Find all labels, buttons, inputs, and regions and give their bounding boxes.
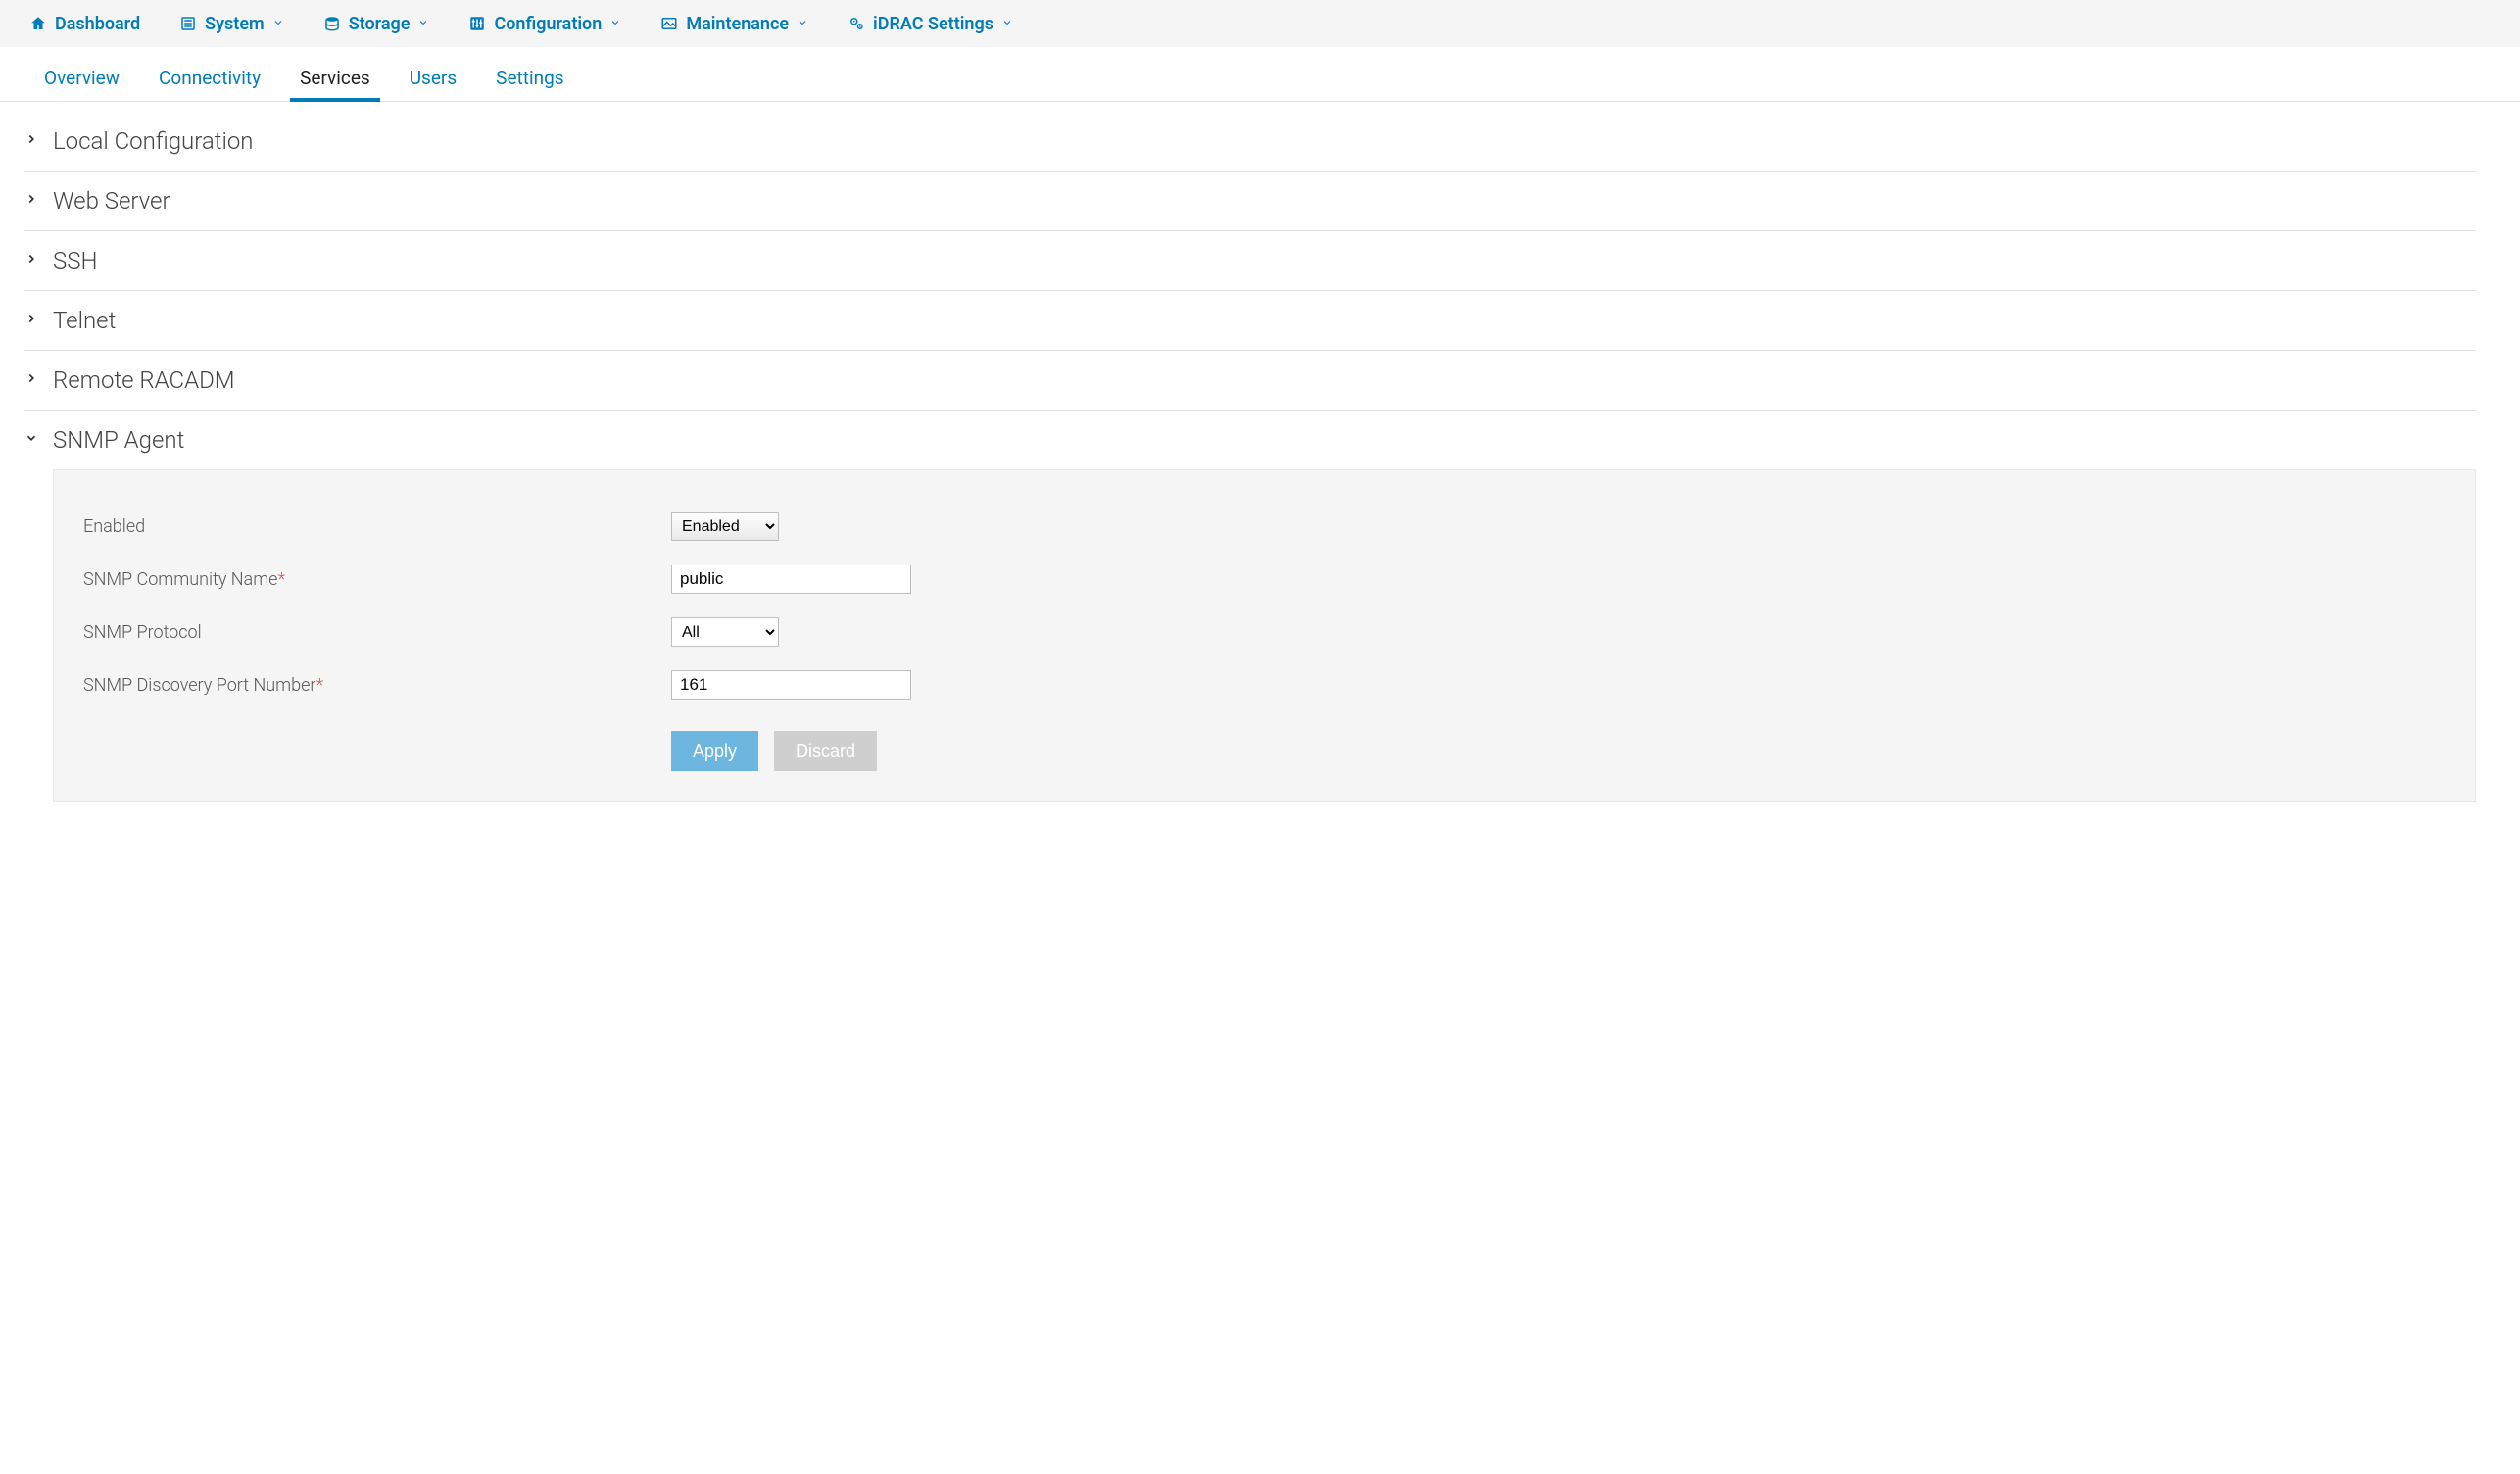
section-header-telnet[interactable]: Telnet	[24, 291, 2476, 350]
gears-icon	[848, 15, 865, 32]
label-enabled: Enabled	[83, 516, 671, 537]
label-discovery-port: SNMP Discovery Port Number*	[83, 675, 671, 696]
section-header-ssh[interactable]: SSH	[24, 231, 2476, 290]
label-community-name: SNMP Community Name*	[83, 569, 671, 590]
sliders-icon	[468, 15, 486, 32]
nav-idrac-settings[interactable]: iDRAC Settings	[848, 14, 1013, 34]
nav-label: Configuration	[494, 14, 602, 34]
nav-label: Storage	[349, 14, 411, 34]
section-title: SNMP Agent	[53, 426, 184, 454]
community-name-input[interactable]	[671, 565, 911, 594]
label-text: SNMP Community Name	[83, 569, 277, 590]
tab-settings[interactable]: Settings	[496, 67, 563, 101]
section-header-snmp-agent[interactable]: SNMP Agent	[24, 411, 2476, 469]
section-title: Telnet	[53, 307, 116, 334]
required-asterisk: *	[315, 675, 323, 696]
row-enabled: Enabled Enabled	[83, 500, 2446, 553]
chevron-right-icon	[24, 312, 39, 329]
section-title: Web Server	[53, 187, 170, 215]
row-protocol: SNMP Protocol All	[83, 606, 2446, 659]
label-protocol: SNMP Protocol	[83, 622, 671, 643]
discovery-port-input[interactable]	[671, 670, 911, 700]
nav-configuration[interactable]: Configuration	[468, 14, 621, 34]
nav-maintenance[interactable]: Maintenance	[660, 14, 808, 34]
snmp-panel: Enabled Enabled SNMP Community Name* SNM…	[53, 469, 2476, 802]
nav-storage[interactable]: Storage	[323, 14, 430, 34]
section-ssh: SSH	[24, 231, 2476, 291]
nav-label: Dashboard	[55, 14, 140, 34]
button-row: Apply Discard	[671, 731, 2446, 771]
chevron-down-icon	[417, 17, 429, 31]
chevron-right-icon	[24, 252, 39, 270]
discard-button[interactable]: Discard	[774, 731, 877, 771]
chevron-down-icon	[272, 17, 284, 31]
section-title: Remote RACADM	[53, 367, 235, 394]
apply-button[interactable]: Apply	[671, 731, 758, 771]
section-local-configuration: Local Configuration	[24, 112, 2476, 172]
chevron-right-icon	[24, 192, 39, 210]
chevron-down-icon	[797, 17, 808, 31]
required-asterisk: *	[277, 569, 285, 590]
image-icon	[660, 15, 678, 32]
section-header-web-server[interactable]: Web Server	[24, 172, 2476, 230]
section-remote-racadm: Remote RACADM	[24, 351, 2476, 411]
chevron-down-icon	[24, 431, 39, 449]
section-snmp-agent: SNMP Agent Enabled Enabled SNMP Communit…	[24, 411, 2476, 802]
topnav: Dashboard System Storage Configuration M…	[0, 0, 2520, 47]
chevron-down-icon	[1001, 17, 1013, 31]
label-text: SNMP Discovery Port Number	[83, 675, 315, 696]
chevron-right-icon	[24, 132, 39, 150]
nav-label: iDRAC Settings	[873, 14, 993, 34]
nav-label: System	[205, 14, 265, 34]
enabled-select[interactable]: Enabled	[671, 512, 779, 541]
protocol-select[interactable]: All	[671, 617, 779, 647]
nav-dashboard[interactable]: Dashboard	[29, 14, 140, 34]
tab-services[interactable]: Services	[300, 67, 370, 101]
home-icon	[29, 15, 47, 32]
row-discovery-port: SNMP Discovery Port Number*	[83, 659, 2446, 712]
nav-system[interactable]: System	[179, 14, 284, 34]
tab-connectivity[interactable]: Connectivity	[159, 67, 261, 101]
chevron-down-icon	[609, 17, 621, 31]
section-title: SSH	[53, 247, 97, 274]
chevron-right-icon	[24, 371, 39, 389]
nav-label: Maintenance	[686, 14, 789, 34]
section-header-remote-racadm[interactable]: Remote RACADM	[24, 351, 2476, 410]
section-telnet: Telnet	[24, 291, 2476, 351]
sections: Local Configuration Web Server SSH Telne…	[0, 102, 2520, 831]
list-icon	[179, 15, 197, 32]
row-community-name: SNMP Community Name*	[83, 553, 2446, 606]
section-header-local-configuration[interactable]: Local Configuration	[24, 112, 2476, 171]
section-title: Local Configuration	[53, 127, 253, 155]
section-web-server: Web Server	[24, 172, 2476, 231]
subtabs: Overview Connectivity Services Users Set…	[0, 47, 2520, 102]
database-icon	[323, 15, 341, 32]
tab-overview[interactable]: Overview	[44, 67, 120, 101]
tab-users[interactable]: Users	[410, 67, 457, 101]
